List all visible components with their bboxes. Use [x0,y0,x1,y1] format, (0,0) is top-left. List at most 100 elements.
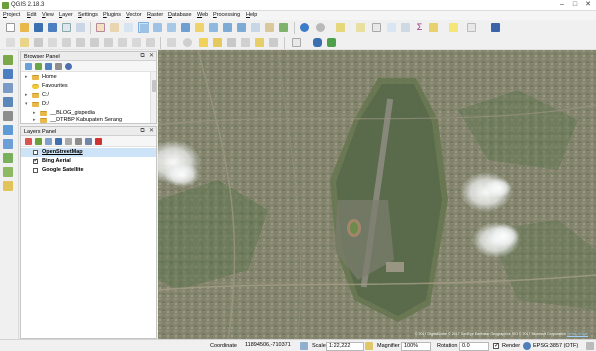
paste-features-icon[interactable] [131,37,142,48]
crs-status[interactable]: EPSG:3857 (OTF) [533,343,578,349]
measure-icon[interactable] [428,22,439,33]
minimize-icon[interactable]: – [556,1,568,9]
render-checkbox[interactable]: ✓ [493,343,499,349]
quickmapservices-icon[interactable] [326,37,337,48]
browser-scroll-thumb[interactable] [152,80,156,92]
save-as-icon[interactable] [47,22,58,33]
add-postgis-layer-icon[interactable] [2,82,15,94]
new-shapefile-icon[interactable] [2,180,15,192]
menu-settings[interactable]: Settings [78,12,98,18]
open-project-icon[interactable] [19,22,30,33]
menu-help[interactable]: Help [246,12,257,18]
add-wms-layer-icon[interactable] [2,124,15,136]
lock-scale-icon[interactable] [365,342,373,350]
copy-features-icon[interactable] [117,37,128,48]
identify-icon[interactable] [299,22,310,33]
menu-edit[interactable]: Edit [27,12,36,18]
zoom-next-icon[interactable] [236,22,247,33]
map-tips-icon[interactable] [448,22,459,33]
menu-raster[interactable]: Raster [147,12,163,18]
run-action-icon[interactable] [315,22,326,33]
add-vector-layer-icon[interactable] [2,54,15,66]
label-style-icon[interactable] [182,37,193,48]
filter-legend-icon[interactable] [55,138,62,145]
osm-plugin-icon[interactable] [291,37,302,48]
add-wcs-layer-icon[interactable] [2,138,15,150]
refresh-browser-icon[interactable] [35,63,42,70]
node-tool-icon[interactable] [75,37,86,48]
browser-item-home[interactable]: ▸ Home [21,73,149,82]
attribute-table-icon[interactable] [386,22,397,33]
messages-icon[interactable] [586,342,594,350]
show-hide-label-icon[interactable] [226,37,237,48]
collapse-all-layers-icon[interactable] [85,138,92,145]
zoom-layer-icon[interactable] [208,22,219,33]
help-icon[interactable] [490,22,501,33]
undo-icon[interactable] [145,37,156,48]
menu-layer[interactable]: Layer [59,12,73,18]
expand-all-icon[interactable] [75,138,82,145]
save-project-icon[interactable] [33,22,44,33]
zoom-last-icon[interactable] [222,22,233,33]
remove-layer-icon[interactable] [95,138,102,145]
scale-combobox[interactable]: 1:22,222 [326,341,364,351]
add-selected-layers-icon[interactable] [25,63,32,70]
filter-browser-icon[interactable] [45,63,52,70]
menu-project[interactable]: Project [3,12,20,18]
menu-view[interactable]: View [42,12,54,18]
zoom-out-icon[interactable] [152,22,163,33]
layer-visibility-checkbox[interactable] [33,157,39,166]
new-project-icon[interactable] [5,22,16,33]
layer-visibility-checkbox[interactable] [33,150,38,155]
delete-selected-icon[interactable] [89,37,100,48]
float-panel-icon[interactable]: ⧉ [139,127,146,136]
pan-map-icon[interactable] [95,22,106,33]
toggle-editing-icon[interactable] [19,37,30,48]
properties-icon[interactable] [65,63,72,70]
pin-label-icon[interactable] [212,37,223,48]
menu-processing[interactable]: Processing [213,12,240,18]
map-canvas[interactable]: © 2017 DigitalGlobe © 2017 GeoEye Earths… [158,50,596,339]
current-edits-icon[interactable] [5,37,16,48]
layer-row-google-satellite[interactable]: Google Satellite [21,166,156,175]
browser-item-drive-d[interactable]: ▾ D:/ [21,100,149,109]
pan-to-selection-icon[interactable] [109,22,120,33]
change-label-icon[interactable] [268,37,279,48]
rotation-spinbox[interactable]: 0.0 [459,341,489,351]
layer-styling-icon[interactable] [25,138,32,145]
manage-visibility-icon[interactable] [45,138,52,145]
menu-plugins[interactable]: Plugins [103,12,121,18]
select-features-icon[interactable] [335,22,346,33]
add-feature-icon[interactable] [47,37,58,48]
highlight-label-icon[interactable] [198,37,209,48]
maximize-icon[interactable]: □ [569,1,581,9]
composer-manager-icon[interactable] [75,22,86,33]
close-panel-icon[interactable]: ✕ [148,52,155,61]
layer-row-openstreetmap[interactable]: OpenStreetMap [21,148,156,157]
close-icon[interactable]: ✕ [582,1,594,9]
toggle-extents-icon[interactable] [300,342,308,350]
save-edits-icon[interactable] [33,37,44,48]
collapse-all-icon[interactable] [55,63,62,70]
move-feature-icon[interactable] [61,37,72,48]
browser-item-dtrbp[interactable]: ▸ __DTRBP Kabupaten Serang [21,116,149,125]
browser-scrollbar[interactable] [150,72,156,123]
add-delimited-text-icon[interactable] [2,166,15,178]
magnifier-spinbox[interactable]: 100% [401,341,431,351]
add-mssql-layer-icon[interactable] [2,110,15,122]
layer-visibility-checkbox[interactable] [33,168,38,173]
field-calculator-icon[interactable] [400,22,411,33]
zoom-full-icon[interactable] [180,22,191,33]
cut-features-icon[interactable] [103,37,114,48]
zoom-scale-icon[interactable] [166,22,177,33]
add-wfs-layer-icon[interactable] [2,152,15,164]
filter-by-expression-icon[interactable] [65,138,72,145]
python-console-icon[interactable] [312,37,323,48]
browser-item-drive-c[interactable]: ▸ C:/ [21,91,149,100]
deselect-icon[interactable] [371,22,382,33]
add-spatialite-layer-icon[interactable] [2,96,15,108]
bookmark-icon[interactable] [264,22,275,33]
crs-globe-icon[interactable] [523,342,531,350]
label-tool-icon[interactable] [166,37,177,48]
close-panel-icon[interactable]: ✕ [148,127,155,136]
